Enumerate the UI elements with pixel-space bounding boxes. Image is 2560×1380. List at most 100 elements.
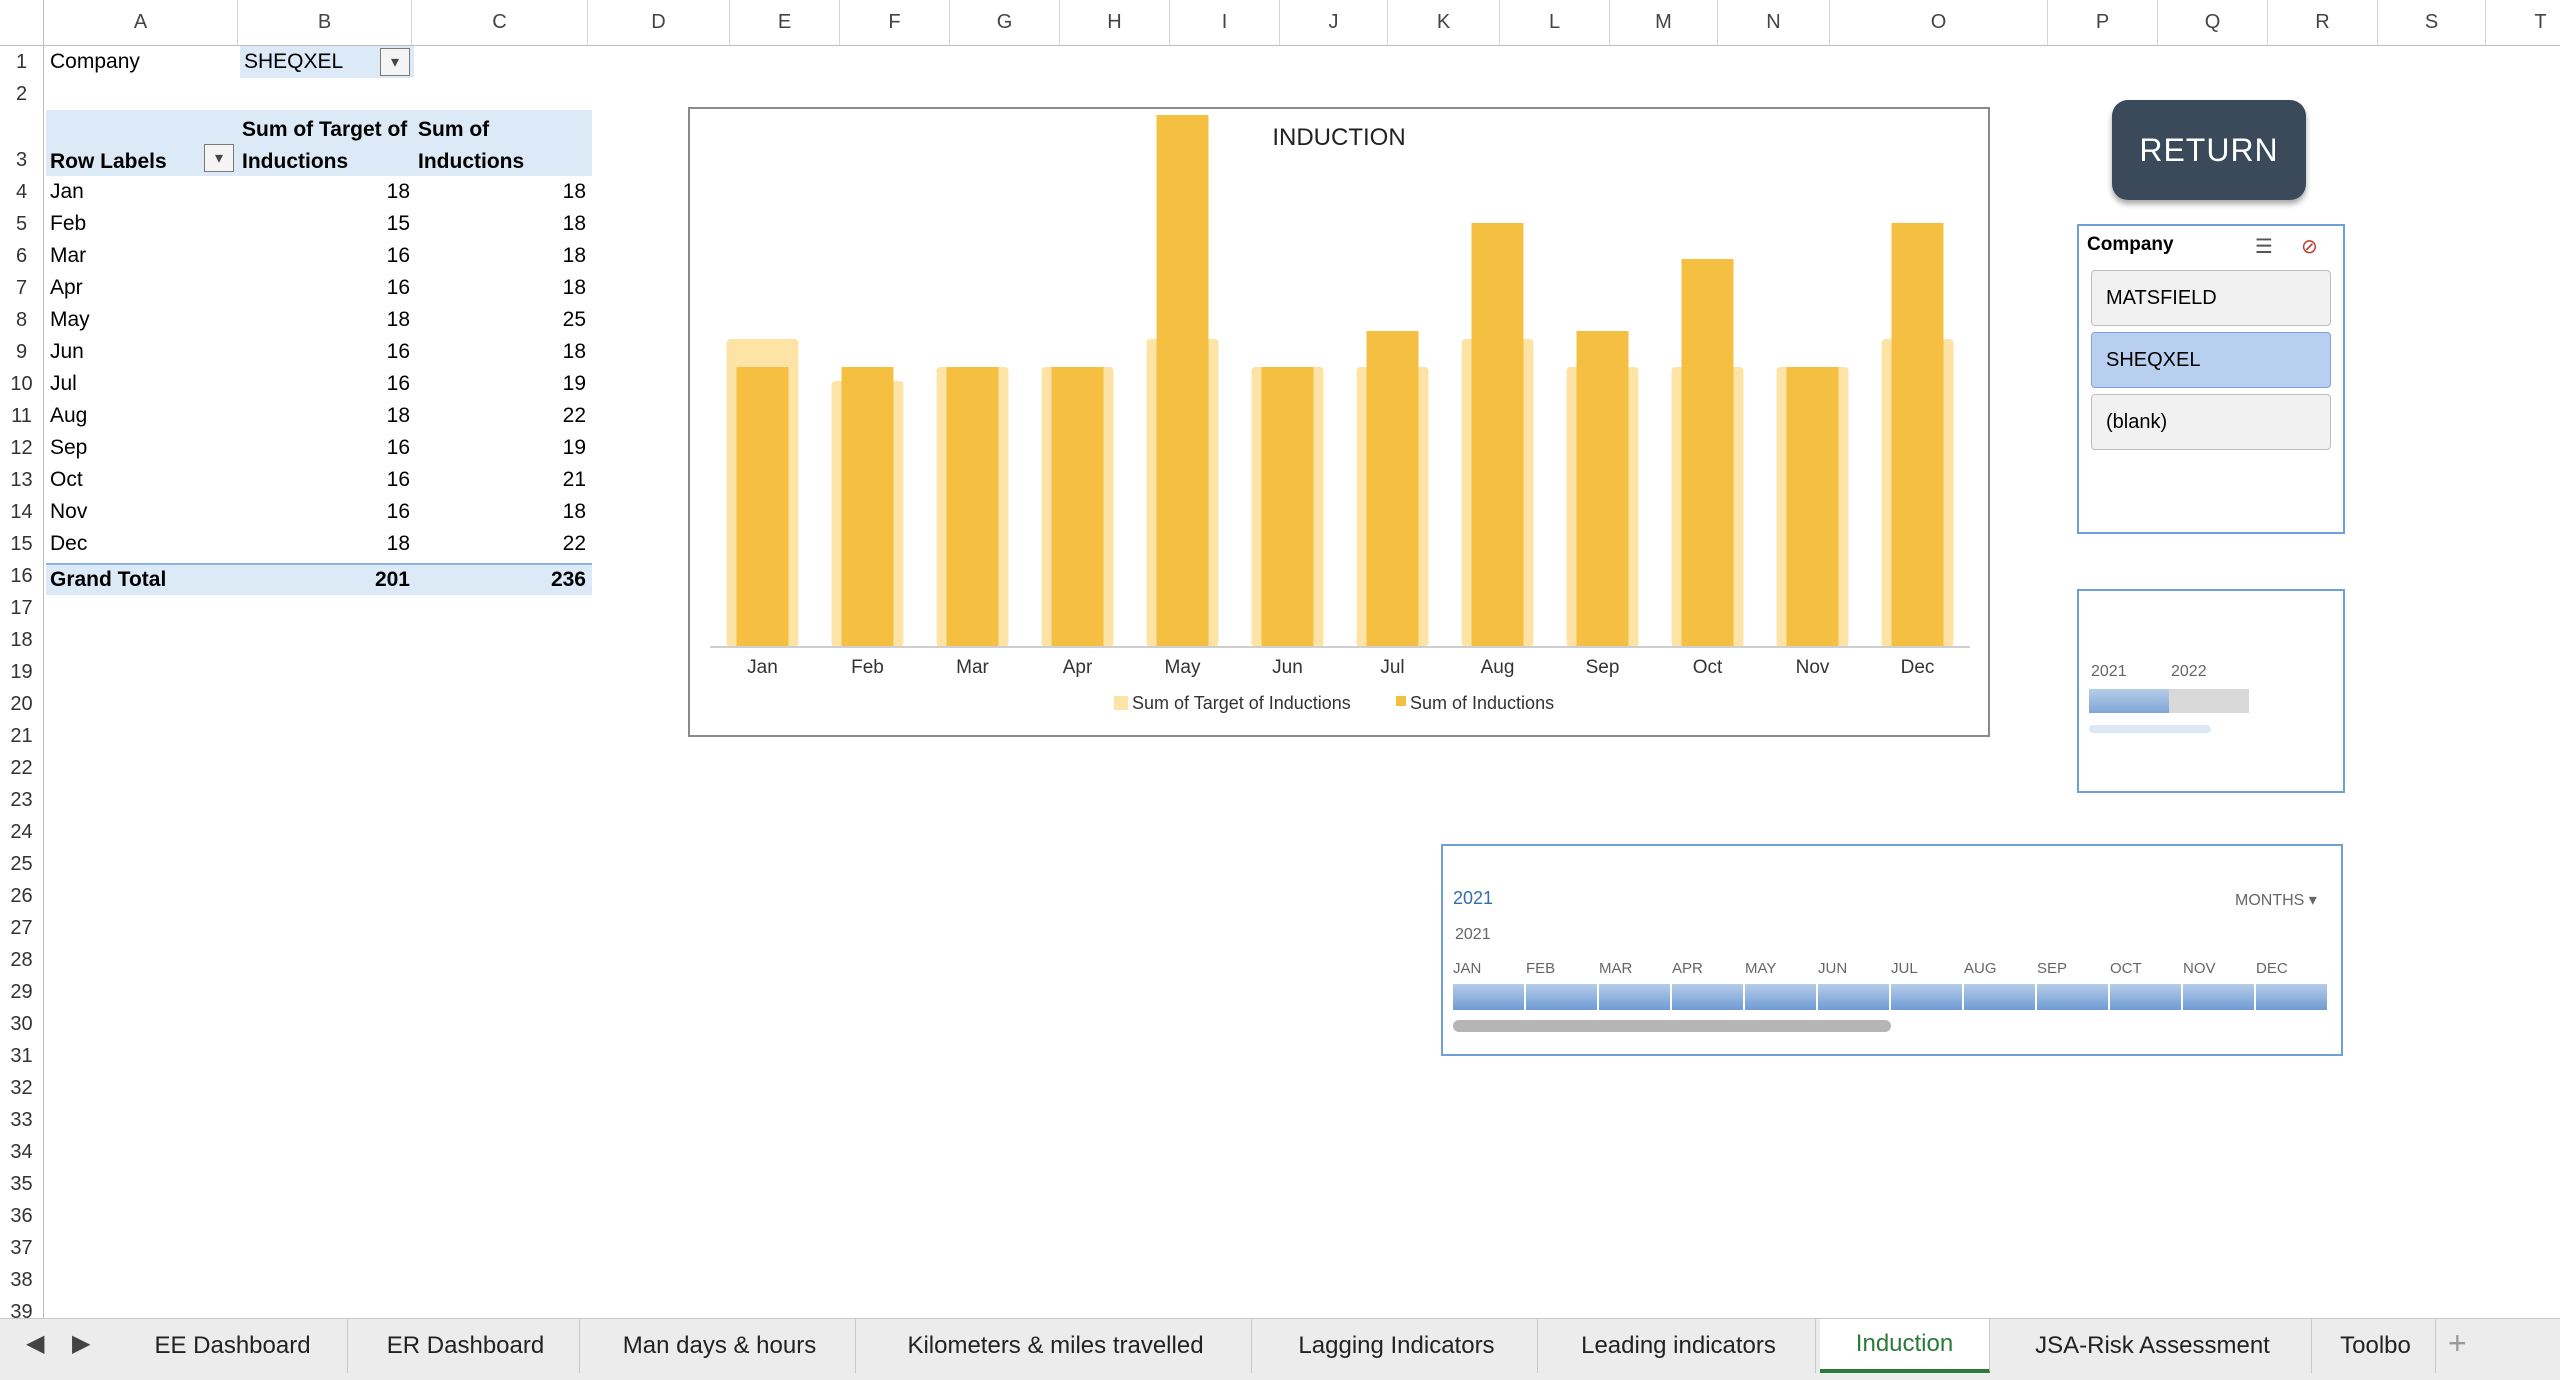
pivot-target-value[interactable]: 18 [240,400,416,432]
pivot-target-value[interactable]: 18 [240,528,416,560]
pivot-row-label[interactable]: Nov [50,496,240,528]
timeline-month-bar[interactable] [1891,984,1962,1010]
column-header[interactable]: I [1170,0,1280,46]
row-header[interactable]: 36 [0,1200,44,1232]
next-sheet-icon[interactable]: ▶ [72,1329,90,1358]
sheet-tab[interactable]: Man days & hours [584,1319,856,1373]
column-header[interactable]: M [1610,0,1718,46]
row-header[interactable]: 34 [0,1136,44,1168]
column-header[interactable]: L [1500,0,1610,46]
pivot-target-value[interactable]: 16 [240,464,416,496]
row-header[interactable]: 7 [0,272,44,304]
row-header[interactable]: 26 [0,880,44,912]
column-header[interactable]: D [588,0,730,46]
timeline-month-bar[interactable] [1453,984,1524,1010]
timeline-level-selector[interactable]: MONTHS ▾ [2235,890,2317,910]
pivot-target-value[interactable]: 16 [240,272,416,304]
timeline-month-bar[interactable] [2037,984,2108,1010]
row-header[interactable]: 17 [0,592,44,624]
pivot-actual-value[interactable]: 18 [416,272,592,304]
pivot-actual-value[interactable]: 25 [416,304,592,336]
row-header[interactable]: 5 [0,208,44,240]
row-header[interactable]: 25 [0,848,44,880]
row-header[interactable]: 8 [0,304,44,336]
prev-sheet-icon[interactable]: ◀ [26,1329,44,1358]
filter-dropdown-button[interactable]: ▾ [380,48,410,76]
sheet-tab[interactable]: Toolbo [2316,1319,2436,1373]
timeline-month-bar[interactable] [1672,984,1743,1010]
pivot-target-value[interactable]: 18 [240,176,416,208]
row-header[interactable]: 33 [0,1104,44,1136]
column-header[interactable]: O [1830,0,2048,46]
timeline-month-bar[interactable] [1818,984,1889,1010]
row-header[interactable]: 6 [0,240,44,272]
row-header[interactable]: 11 [0,400,44,432]
row-header[interactable]: 23 [0,784,44,816]
pivot-row-label[interactable]: Apr [50,272,240,304]
sheet-tab[interactable]: EE Dashboard [118,1319,348,1373]
timeline-bar-2022[interactable] [2169,689,2249,713]
pivot-row-label[interactable]: Jan [50,176,240,208]
multiselect-icon[interactable]: ☰ [2255,234,2273,259]
row-header[interactable]: 24 [0,816,44,848]
pivot-actual-value[interactable]: 19 [416,432,592,464]
sheet-tab[interactable]: Lagging Indicators [1256,1319,1538,1373]
row-header[interactable]: 35 [0,1168,44,1200]
slicer-item-sheqxel[interactable]: SHEQXEL [2091,332,2331,388]
row-header[interactable]: 15 [0,528,44,560]
induction-chart[interactable]: INDUCTION Jan Feb Mar Apr May Jun Jul Aug Sep Oct N… [688,107,1990,737]
pivot-target-value[interactable]: 16 [240,496,416,528]
row-header[interactable]: 30 [0,1008,44,1040]
pivot-row-label[interactable]: May [50,304,240,336]
sheet-tab[interactable]: Kilometers & miles travelled [860,1319,1252,1373]
column-header[interactable]: P [2048,0,2158,46]
sheet-tab[interactable]: Leading indicators [1542,1319,1816,1373]
column-header[interactable]: E [730,0,840,46]
pivot-target-value[interactable]: 16 [240,336,416,368]
row-header[interactable]: 1 [0,46,44,78]
timeline-month-bar[interactable] [2183,984,2254,1010]
row-header[interactable]: 29 [0,976,44,1008]
pivot-actual-value[interactable]: 18 [416,496,592,528]
row-header[interactable]: 22 [0,752,44,784]
row-header[interactable]: 19 [0,656,44,688]
column-header[interactable]: C [412,0,588,46]
timeline-month-bar[interactable] [1599,984,1670,1010]
pivot-row-label[interactable]: Aug [50,400,240,432]
row-header[interactable]: 14 [0,496,44,528]
column-header[interactable]: Q [2158,0,2268,46]
add-sheet-icon[interactable]: + [2448,1325,2467,1362]
row-header[interactable]: 3 [0,110,44,176]
clear-filter-icon[interactable]: ⊘ [2301,234,2318,259]
pivot-target-value[interactable]: 16 [240,432,416,464]
timeline-month-bar[interactable] [2256,984,2327,1010]
slicer-item-blank[interactable]: (blank) [2091,394,2331,450]
row-header[interactable]: 31 [0,1040,44,1072]
row-header[interactable]: 27 [0,912,44,944]
sheet-tab[interactable]: ER Dashboard [352,1319,580,1373]
pivot-actual-value[interactable]: 18 [416,208,592,240]
row-labels-header[interactable]: Row Labels [50,146,200,178]
pivot-row-label[interactable]: Mar [50,240,240,272]
grand-total-target[interactable]: 201 [240,564,416,596]
row-header[interactable]: 21 [0,720,44,752]
row-header[interactable]: 37 [0,1232,44,1264]
pivot-actual-value[interactable]: 18 [416,336,592,368]
pivot-actual-value[interactable]: 18 [416,176,592,208]
pivot-target-value[interactable]: 16 [240,240,416,272]
pivot-row-label[interactable]: Feb [50,208,240,240]
row-labels-filter-button[interactable]: ▾ [204,144,234,172]
grand-total-actual[interactable]: 236 [416,564,592,596]
pivot-row-label[interactable]: Sep [50,432,240,464]
column-header[interactable]: A [44,0,238,46]
slicer-item-matsfield[interactable]: MATSFIELD [2091,270,2331,326]
pivot-target-value[interactable]: 15 [240,208,416,240]
row-header[interactable]: 38 [0,1264,44,1296]
pivot-row-label[interactable]: Dec [50,528,240,560]
year-timeline[interactable]: 2021 2022 [2077,589,2345,793]
timeline-month-bar[interactable] [2110,984,2181,1010]
pivot-target-value[interactable]: 18 [240,304,416,336]
return-button[interactable]: RETURN [2112,100,2306,200]
row-header[interactable]: 4 [0,176,44,208]
timeline-scrollbar[interactable] [1453,1020,1891,1032]
